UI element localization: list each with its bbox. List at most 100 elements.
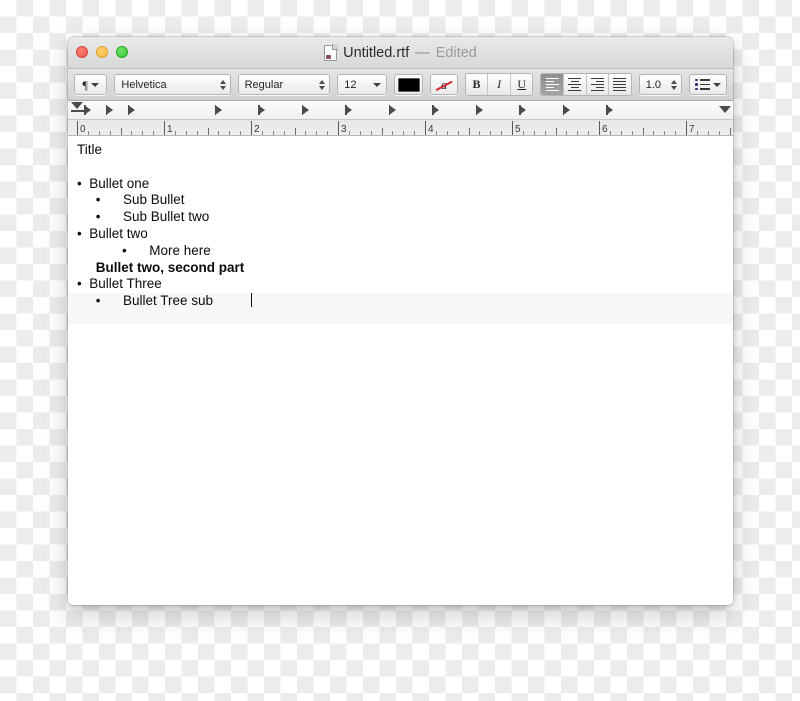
document-ruler[interactable]: 0 1 2 3 4 5 6 7 [68, 101, 733, 136]
window-title-separator: — [415, 44, 430, 61]
align-justify-button[interactable] [609, 74, 631, 95]
ruler-tick [468, 128, 470, 135]
line-text: • Sub Bullet two [77, 209, 210, 225]
ruler-tick [229, 131, 231, 135]
ruler-number: 6 [602, 124, 608, 135]
ruler-tick [544, 131, 546, 135]
left-margin-bar[interactable] [70, 110, 84, 112]
text-style-segmented-control: B I U [464, 73, 534, 96]
line-spacing-stepper-icon [671, 79, 678, 90]
align-center-button[interactable] [564, 74, 587, 95]
right-indent-marker[interactable] [719, 106, 731, 113]
ruler-tick [718, 131, 720, 135]
ruler-tab-stop[interactable] [345, 105, 352, 115]
window-titlebar[interactable]: Untitled.rtf — Edited [68, 37, 733, 69]
text-line: • Bullet two [77, 226, 733, 243]
ruler-tick [620, 131, 622, 135]
ruler-tab-band [68, 101, 733, 120]
ruler-tick [261, 131, 263, 135]
zoom-button[interactable] [116, 46, 128, 58]
line-spacing-select[interactable]: 1.0 [638, 74, 683, 95]
ruler-tick [196, 131, 198, 135]
window-title-status: Edited [435, 44, 477, 61]
ruler-tick [533, 131, 535, 135]
document-body[interactable]: Title • Bullet one • Sub Bullet • Sub Bul… [68, 136, 733, 605]
pilcrow-icon: ¶ [82, 77, 88, 92]
font-style-value: Regular [244, 78, 284, 91]
window-title: Untitled.rtf — Edited [68, 37, 733, 68]
paragraph-style-popup[interactable]: ¶ [74, 74, 108, 95]
chevron-down-icon [90, 82, 99, 87]
ruler-tick [490, 131, 492, 135]
ruler-tick [609, 131, 611, 135]
text-line: • More here [77, 243, 733, 260]
ruler-tick [588, 131, 590, 135]
font-size-value: 12 [344, 78, 357, 91]
ruler-tab-stop[interactable] [84, 105, 91, 115]
window-title-filename: Untitled.rtf [343, 44, 410, 61]
rich-text-editor[interactable]: Title • Bullet one • Sub Bullet • Sub Bul… [68, 136, 733, 310]
ruler-tick [729, 128, 731, 135]
ruler-tick [707, 131, 709, 135]
ruler-tick [251, 121, 252, 135]
ruler-tab-stop[interactable] [562, 105, 570, 115]
align-left-icon [545, 77, 559, 92]
ruler-tick [414, 131, 416, 135]
bullet-list-icon [695, 78, 711, 91]
ruler-tick [664, 131, 666, 135]
font-style-select[interactable]: Regular [237, 74, 331, 95]
ruler-number: 4 [428, 124, 434, 135]
underline-button[interactable]: U [510, 74, 533, 95]
line-text: • Bullet one [77, 175, 150, 191]
ruler-tab-stop[interactable] [519, 105, 526, 115]
ruler-tab-stop[interactable] [432, 105, 439, 115]
bold-label: B [472, 77, 481, 91]
ruler-tick [599, 121, 600, 135]
ruler-tab-stop[interactable] [475, 105, 483, 115]
align-right-button[interactable] [586, 74, 610, 95]
ruler-tab-stop[interactable] [301, 105, 309, 115]
ruler-tick [98, 131, 100, 135]
empty-line [77, 159, 733, 176]
ruler-tab-stop[interactable] [258, 105, 265, 115]
text-line: • Bullet Three [77, 276, 733, 293]
font-family-value: Helvetica [121, 78, 167, 91]
text-line: • Bullet Tree sub [77, 293, 733, 310]
line-text: • Bullet Tree sub [77, 293, 214, 309]
ruler-tick [294, 128, 296, 135]
bold-button[interactable]: B [465, 74, 489, 95]
minimize-button[interactable] [96, 46, 108, 58]
ruler-tab-stop[interactable] [214, 105, 222, 115]
ruler-tick [316, 131, 318, 135]
ruler-tab-stop[interactable] [388, 105, 396, 115]
font-size-select[interactable]: 12 [337, 74, 387, 95]
ruler-tick [207, 128, 209, 135]
ruler-tick [120, 128, 122, 135]
ruler-tick [403, 131, 405, 135]
text-line: • Bullet one [77, 176, 733, 193]
ruler-tick [392, 131, 394, 135]
ruler-tick [109, 131, 111, 135]
remove-text-color-button[interactable]: a [430, 74, 458, 95]
ruler-tick [164, 121, 165, 135]
line-text: • More here [77, 242, 211, 258]
line-text: Bullet two, second part [77, 259, 245, 275]
font-family-select[interactable]: Helvetica [114, 74, 231, 95]
ruler-tick [512, 121, 513, 135]
ruler-tick [327, 131, 329, 135]
ruler-tab-stop[interactable] [606, 105, 613, 115]
list-style-popup[interactable] [689, 74, 727, 95]
close-button[interactable] [76, 46, 88, 58]
ruler-tick [425, 121, 426, 135]
align-left-button[interactable] [541, 74, 565, 95]
ruler-tab-stop[interactable] [105, 105, 113, 115]
left-indent-marker[interactable] [71, 102, 83, 109]
format-toolbar: ¶ Helvetica Regular 12 a [68, 69, 733, 101]
italic-button[interactable]: I [488, 74, 511, 95]
text-color-swatch-button[interactable] [393, 74, 424, 95]
line-text: Title [77, 142, 103, 157]
ruler-tick [566, 131, 568, 135]
ruler-tab-stop[interactable] [127, 105, 135, 115]
chevron-down-icon [372, 82, 381, 87]
ruler-number: 2 [254, 124, 260, 135]
